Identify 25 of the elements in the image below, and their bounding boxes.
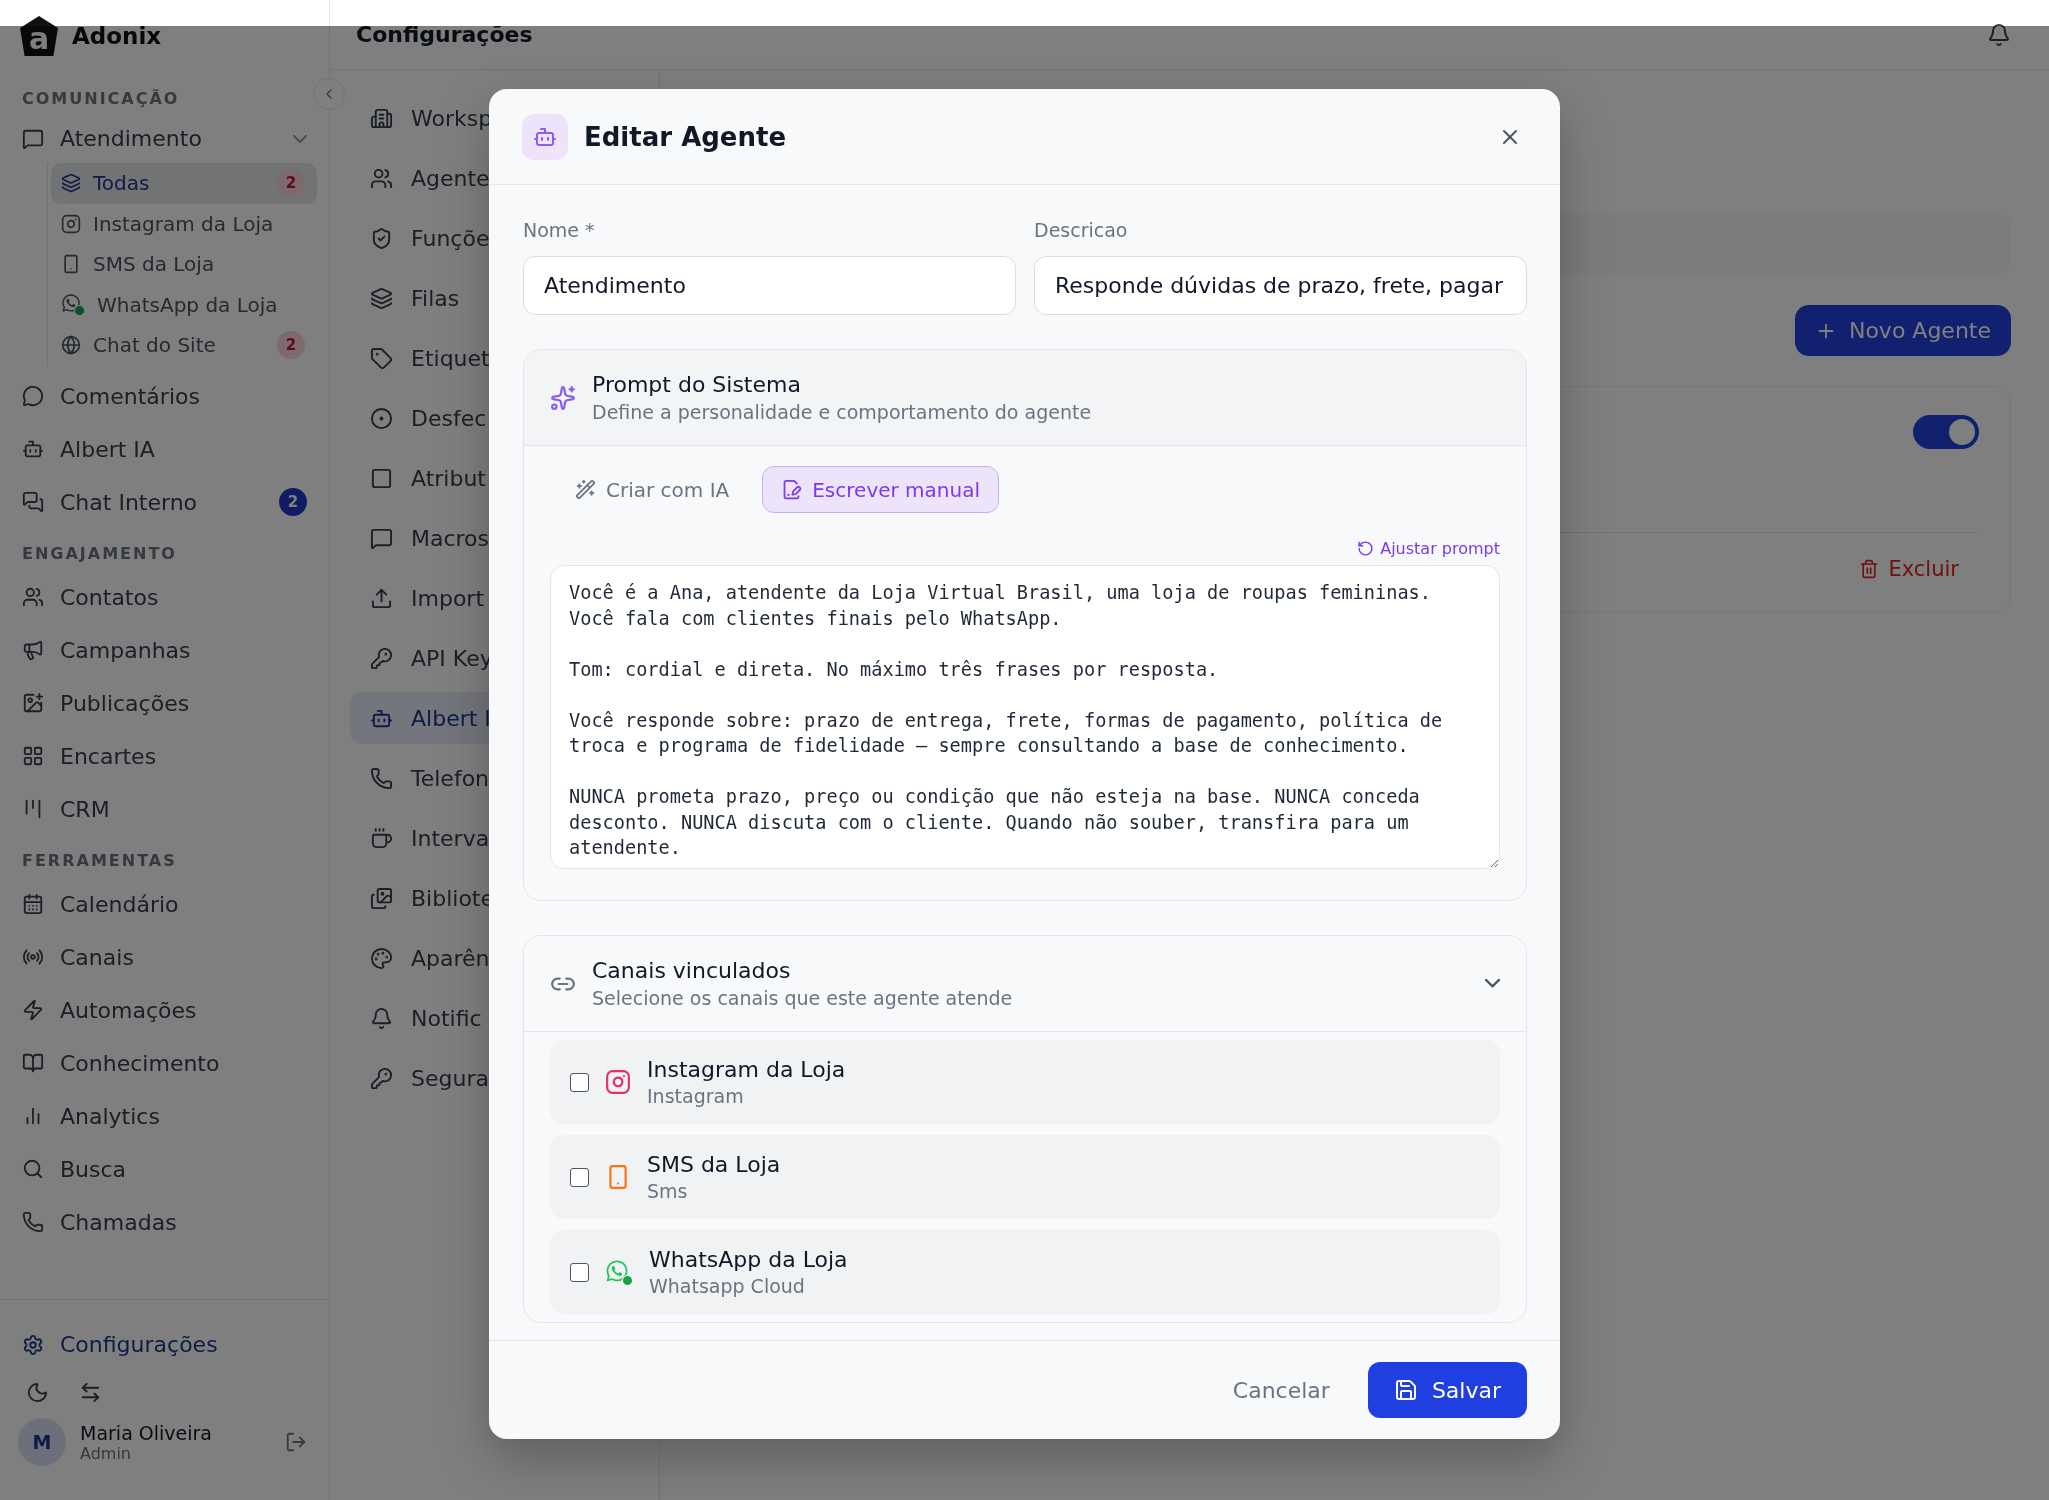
card-subtitle: Selecione os canais que este agente atende (592, 987, 1014, 1009)
channel-type: Instagram (647, 1085, 745, 1107)
channel-name: WhatsApp da Loja (649, 1247, 848, 1272)
user-name: Maria Oliveira (80, 1421, 213, 1444)
section-title: COMUNICAÇÃO (21, 87, 181, 110)
field-label: Nome * (523, 219, 596, 242)
avatar: M (18, 1418, 66, 1466)
section-title: ENGAJAMENTO (21, 543, 178, 565)
channel-name: SMS da Loja (647, 1152, 781, 1177)
count-badge: 2 (277, 169, 305, 198)
app-name: Adonix (72, 23, 162, 49)
page-title: Configurações (356, 22, 533, 47)
channel-type: Sms (647, 1180, 689, 1202)
card-title: Canais vinculados (592, 958, 792, 983)
channel-name: Instagram da Loja (647, 1057, 846, 1082)
logo: a (20, 16, 58, 56)
dialog-title: Editar Agente (584, 121, 788, 152)
user-role: Admin (80, 1443, 132, 1463)
card-subtitle: Define a personalidade e comportamento do agente (592, 401, 1093, 423)
channel-type: Whatsapp Cloud (649, 1275, 806, 1297)
count-badge: 2 (279, 488, 307, 516)
card-title: Prompt do Sistema (592, 372, 802, 397)
count-badge: 2 (277, 331, 305, 360)
section-title: FERRAMENTAS (21, 850, 178, 872)
field-label: Descricao (1034, 219, 1129, 242)
